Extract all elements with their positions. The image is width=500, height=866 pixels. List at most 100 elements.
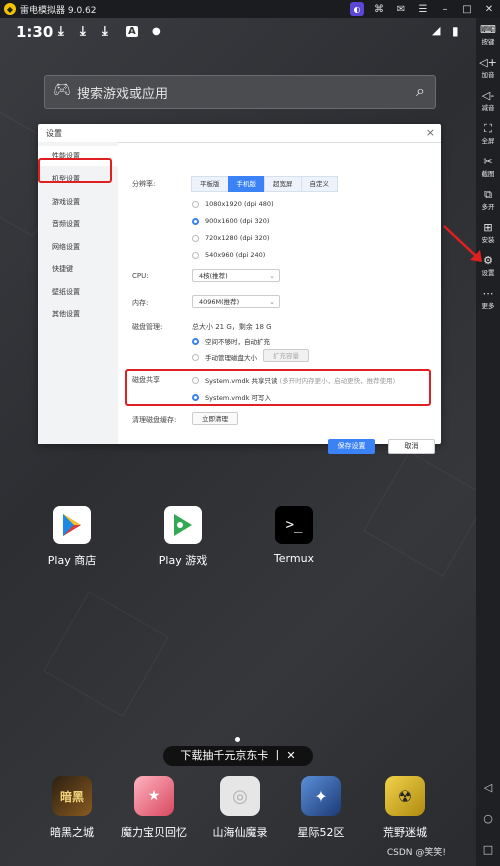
play-store-icon — [53, 506, 91, 544]
readonly-hint: (多开时内存更小，启动更快，推荐使用) — [279, 377, 396, 385]
dock-app[interactable]: 暗黑 暗黑之城 — [32, 776, 112, 840]
app-play-store[interactable]: Play 商店 — [32, 506, 112, 568]
cpu-select[interactable]: 4核(推荐) ⌄ — [192, 269, 280, 282]
sidebar-item-volume-up[interactable]: ◁+ 加音 — [476, 51, 500, 84]
gamepad-icon[interactable]: ⌘ — [372, 2, 386, 16]
wifi-icon: ◢ — [432, 24, 441, 37]
resolution-option[interactable]: 1080x1920 (dpi 480) — [192, 200, 274, 208]
resolution-option[interactable]: 540x960 (dpi 240) — [192, 251, 265, 259]
sidebar-item-fullscreen[interactable]: ⛶ 全屏 — [476, 117, 500, 150]
nav-item-other[interactable]: 其他设置 — [38, 304, 118, 324]
sidebar-item-screenshot[interactable]: ✂ 截图 — [476, 150, 500, 183]
cpu-label: CPU: — [132, 272, 149, 280]
bg-hex-decor — [43, 591, 169, 717]
keyboard-icon: ⌨ — [480, 22, 496, 36]
clear-cache-button[interactable]: 立即清理 — [192, 412, 238, 425]
radio-selected-icon — [192, 217, 199, 225]
cancel-button[interactable]: 取消 — [388, 439, 435, 454]
game-icon: ☢ — [385, 776, 425, 816]
menu-icon[interactable]: ☰ — [416, 2, 430, 16]
more-icon: ⋯ — [482, 286, 494, 300]
close-icon[interactable]: ✕ — [482, 2, 496, 16]
clock: 1:30 — [16, 23, 54, 41]
search-input[interactable]: 搜索游戏或应用 — [77, 83, 168, 102]
maximize-icon[interactable]: □ — [460, 2, 474, 16]
status-bar: 1:30 ⤓ ⤓ ⤓ A ● ◢ ▮ — [0, 18, 476, 48]
expand-capacity-button[interactable]: 扩充容量 — [263, 349, 309, 362]
dialog-title: 设置 — [46, 129, 62, 138]
app-label: Play 游戏 — [158, 554, 208, 567]
recents-icon[interactable]: □ — [483, 843, 493, 856]
chevron-down-icon: ⌄ — [269, 298, 275, 306]
watermark: CSDN @笑笑! — [386, 848, 446, 858]
disk-manual-option[interactable]: 手动管理磁盘大小 — [192, 352, 257, 362]
chevron-down-icon: ⌄ — [269, 272, 275, 280]
nav-item-audio[interactable]: 音频设置 — [38, 214, 118, 234]
app-label: 山海仙魔录 — [212, 826, 268, 839]
app-label: 荒野迷城 — [383, 826, 427, 839]
dock-app[interactable]: ✦ 星际52区 — [281, 776, 361, 840]
nav-item-shortcut[interactable]: 快捷键 — [38, 259, 118, 279]
promo-banner[interactable]: 下载抽千元京东卡 丨 ✕ — [163, 746, 313, 766]
settings-nav: 性能设置 机型设置 游戏设置 音频设置 网络设置 快捷键 壁纸设置 其他设置 — [38, 142, 118, 444]
disk-info: 总大小 21 G，剩余 18 G — [192, 323, 272, 331]
resolution-label: 分辨率: — [132, 180, 156, 188]
dock-app[interactable]: ★ 魔力宝贝回忆 — [114, 776, 194, 840]
cache-label: 清理磁盘缓存: — [132, 416, 177, 424]
nav-item-wallpaper[interactable]: 壁纸设置 — [38, 282, 118, 302]
radio-icon — [192, 200, 199, 208]
game-icon: ★ — [134, 776, 174, 816]
download-icon: ⤓ — [80, 24, 86, 39]
fullscreen-icon: ⛶ — [484, 121, 492, 135]
placeholder-app-icon: ◎ — [220, 776, 260, 816]
scissors-icon: ✂ — [483, 154, 493, 168]
game-icon: ✦ — [301, 776, 341, 816]
app-label: Play 商店 — [47, 554, 97, 567]
sidebar-item-multi[interactable]: ⧉ 多开 — [476, 183, 500, 216]
app-termux[interactable]: >_ Termux — [254, 506, 334, 565]
nav-item-network[interactable]: 网络设置 — [38, 237, 118, 257]
resolution-option[interactable]: 900x1600 (dpi 320) — [192, 217, 269, 225]
dock-app[interactable]: ◎ 山海仙魔录 — [200, 776, 280, 840]
tab-phone[interactable]: 手机版 — [227, 176, 265, 192]
page-indicator — [235, 737, 240, 742]
window-titlebar: ◆ 雷电模拟器 9.0.62 ◐ ⌘ ✉ ☰ – □ ✕ — [0, 0, 500, 18]
tab-ultrawide[interactable]: 超宽屏 — [264, 176, 302, 192]
search-bar[interactable]: 🎮︎ 搜索游戏或应用 ⌕ — [44, 75, 436, 109]
app-label: 魔力宝贝回忆 — [121, 826, 187, 839]
app-label: 星际52区 — [297, 826, 345, 839]
disk-auto-option[interactable]: 空间不够时，自动扩充 — [192, 336, 270, 346]
home-icon[interactable]: ○ — [483, 812, 493, 825]
tab-custom[interactable]: 自定义 — [300, 176, 338, 192]
sidebar-item-keymap[interactable]: ⌨ 按键 — [476, 18, 500, 51]
disk-share-label: 磁盘共享 — [132, 376, 160, 384]
radio-icon — [192, 251, 199, 259]
app-play-games[interactable]: Play 游戏 — [143, 506, 223, 568]
resolution-option[interactable]: 720x1280 (dpi 320) — [192, 234, 269, 242]
memory-label: 内存: — [132, 299, 149, 307]
download-icon: ⤓ — [102, 24, 108, 39]
theme-icon[interactable]: ◐ — [350, 2, 364, 16]
app-logo-icon: ◆ — [4, 3, 16, 15]
memory-select[interactable]: 4096M(推荐) ⌄ — [192, 295, 280, 308]
volume-down-icon: ◁- — [481, 88, 495, 102]
search-icon[interactable]: ⌕ — [416, 81, 425, 101]
disk-share-readonly-option[interactable]: System.vmdk 共享只读 (多开时内存更小，启动更快，推荐使用) — [192, 375, 395, 385]
game-icon: 暗黑 — [52, 776, 92, 816]
sidebar-item-more[interactable]: ⋯ 更多 — [476, 282, 500, 315]
dialog-header: 设置 × — [38, 124, 441, 143]
radio-icon — [192, 376, 199, 384]
close-icon[interactable]: × — [426, 126, 435, 139]
nav-item-game[interactable]: 游戏设置 — [38, 192, 118, 212]
minimize-icon[interactable]: – — [438, 2, 452, 16]
tab-tablet[interactable]: 平板版 — [191, 176, 229, 192]
back-icon[interactable]: ◁ — [484, 781, 492, 794]
mail-icon[interactable]: ✉ — [394, 2, 408, 16]
volume-up-icon: ◁+ — [479, 55, 497, 69]
sidebar-item-volume-down[interactable]: ◁- 减音 — [476, 84, 500, 117]
highlight-box — [38, 158, 112, 183]
save-button[interactable]: 保存设置 — [328, 439, 375, 454]
disk-share-writable-option[interactable]: System.vmdk 可写入 — [192, 392, 271, 402]
dock-app[interactable]: ☢ 荒野迷城 — [365, 776, 445, 840]
app-label: Termux — [273, 552, 315, 565]
